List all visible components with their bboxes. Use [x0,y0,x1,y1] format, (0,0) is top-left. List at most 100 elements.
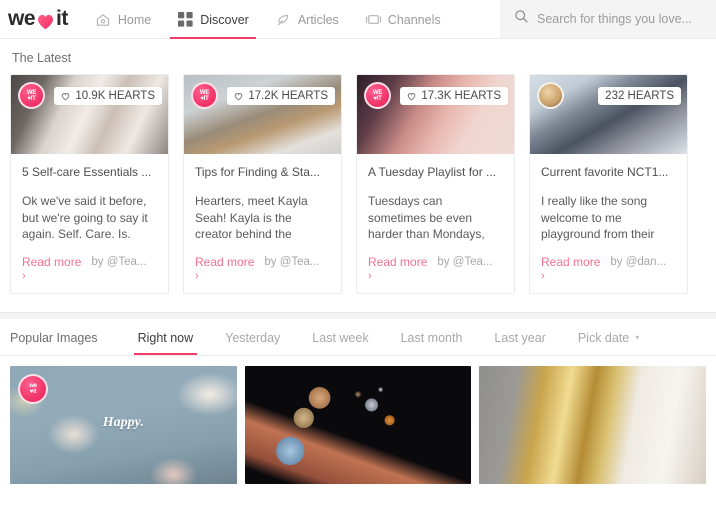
we-heart-it-avatar[interactable]: WE ♥IT [191,82,218,109]
section-title-latest: The Latest [12,51,72,65]
logo-text-right: it [56,7,68,30]
hearts-count-badge: 232 HEARTS [598,87,681,105]
card-excerpt: Ok we've said it before, but we're going… [22,194,148,241]
card-byline[interactable]: by @Tea... [264,254,319,270]
top-navigation-bar: we it Home Discover Articles Channels Se… [0,0,716,39]
filter-tab-yesterday[interactable]: Yesterday [209,320,296,355]
read-more-label: Read more [541,255,601,269]
card-excerpt: Hearters, meet Kayla Seah! Kayla is the … [195,194,308,241]
article-card[interactable]: WE ♥IT 17.3K HEARTS A Tuesday Playlist fo… [356,74,515,294]
card-body: 5 Self-care Essentials ... Ok we've said… [11,154,168,293]
card-title[interactable]: Current favorite NCT1... [541,164,676,180]
avatar-logo-text: WE ♥IT [26,89,37,102]
card-thumbnail[interactable]: WE ♥IT 17.2K HEARTS [184,75,341,154]
filter-label: Last month [400,330,463,345]
article-card[interactable]: 232 HEARTS Current favorite NCT1... I re… [529,74,688,294]
nav-label-channels: Channels [387,12,441,27]
filter-tab-right-now[interactable]: Right now [122,320,210,355]
grid-tile[interactable] [244,366,472,484]
grid-icon [177,11,194,28]
nav-item-home[interactable]: Home [82,0,164,39]
we-heart-it-avatar[interactable]: WE ♥IT [364,82,391,109]
popular-images-label: Popular Images [10,330,98,345]
filter-label: Right now [137,330,194,345]
planets-overlay-decor [244,366,472,484]
heart-outline-icon [234,92,243,101]
search-input[interactable] [537,12,702,26]
popular-images-grid: we ♥it Happy. [0,356,716,484]
article-card[interactable]: WE ♥IT 10.9K HEARTS 5 Self-care Essential… [10,74,169,294]
site-logo[interactable]: we it [0,0,82,38]
user-photo-avatar[interactable] [537,82,564,109]
main-nav-items: Home Discover Articles Channels [82,0,454,39]
filter-label: Last year [494,330,546,345]
read-more-label: Read more [195,255,255,269]
card-title[interactable]: A Tuesday Playlist for ... [368,164,503,180]
filter-tab-last-month[interactable]: Last month [385,320,479,355]
chevron-down-icon: ▾ [635,333,640,342]
tv-icon [365,11,382,28]
card-title[interactable]: Tips for Finding & Sta... [195,164,330,180]
we-heart-it-avatar[interactable]: we ♥it [18,374,48,404]
card-byline[interactable]: by @Tea... [437,254,492,270]
read-more-label: Read more [22,255,82,269]
feather-icon [275,11,292,28]
read-more-link[interactable]: Read more › [368,254,427,282]
time-filter-tabs: Right now Yesterday Last week Last month… [122,320,656,355]
hearts-count-text: 17.3K HEARTS [421,90,501,102]
home-icon [95,11,112,28]
search-icon [514,9,529,29]
filter-label: Pick date [577,330,630,345]
hearts-count-text: 17.2K HEARTS [248,90,328,102]
nav-label-home: Home [117,12,152,27]
search-bar[interactable] [500,0,716,38]
filter-tab-last-week[interactable]: Last week [296,320,384,355]
card-thumbnail[interactable]: 232 HEARTS [530,75,687,154]
avatar-logo-text: WE ♥IT [372,89,383,102]
article-card[interactable]: WE ♥IT 17.2K HEARTS Tips for Finding & St… [183,74,342,294]
read-more-link[interactable]: Read more › [22,254,81,282]
read-more-label: Read more [368,255,428,269]
card-footer: Read more › by @Tea... [195,254,330,282]
card-body: A Tuesday Playlist for ... Tuesdays can … [357,154,514,293]
heart-icon [36,12,55,29]
nav-item-channels[interactable]: Channels [352,0,454,39]
chevron-right-icon: › [22,270,26,282]
grid-tile[interactable]: we ♥it Happy. [10,366,237,484]
hearts-count-badge: 17.2K HEARTS [227,87,335,105]
card-footer: Read more › by @Tea... [22,254,157,282]
the-latest-section: The Latest WE ♥IT 10.9K HEARTS 5 Self-ca… [0,39,716,312]
chevron-right-icon: › [195,270,199,282]
card-footer: Read more › by @Tea... [368,254,503,282]
card-byline[interactable]: by @dan... [610,254,666,270]
card-excerpt: Tuesdays can sometimes be even harder th… [368,194,485,241]
card-thumbnail[interactable]: WE ♥IT 17.3K HEARTS [357,75,514,154]
nav-item-articles[interactable]: Articles [262,0,352,39]
card-byline[interactable]: by @Tea... [91,254,146,270]
read-more-link[interactable]: Read more › [195,254,254,282]
nav-label-articles: Articles [297,12,339,27]
chevron-right-icon: › [368,270,372,282]
card-body: Current favorite NCT1... I really like t… [530,154,687,293]
filter-tab-last-year[interactable]: Last year [478,320,561,355]
gold-frame-satin-image [479,366,707,484]
hearts-count-badge: 17.3K HEARTS [400,87,508,105]
card-body: Tips for Finding & Sta... Hearters, meet… [184,154,341,293]
heart-outline-icon [407,92,416,101]
card-excerpt: I really like the song welcome to me pla… [541,194,655,241]
read-more-link[interactable]: Read more › [541,254,600,282]
image-overlay-text: Happy. [102,414,144,430]
nav-item-discover[interactable]: Discover [164,0,262,39]
grid-tile[interactable] [479,366,707,484]
filter-label: Last week [312,330,369,345]
logo-text-left: we [8,7,36,30]
we-heart-it-avatar[interactable]: WE ♥IT [18,82,45,109]
card-thumbnail[interactable]: WE ♥IT 10.9K HEARTS [11,75,168,154]
hearts-count-badge: 10.9K HEARTS [54,87,162,105]
hearts-count-text: 10.9K HEARTS [75,90,155,102]
card-title[interactable]: 5 Self-care Essentials ... [22,164,157,180]
section-divider [0,312,716,319]
latest-cards-row: WE ♥IT 10.9K HEARTS 5 Self-care Essential… [10,74,706,312]
filter-tab-pick-date[interactable]: Pick date ▾ [562,320,655,355]
chevron-right-icon: › [541,270,545,282]
